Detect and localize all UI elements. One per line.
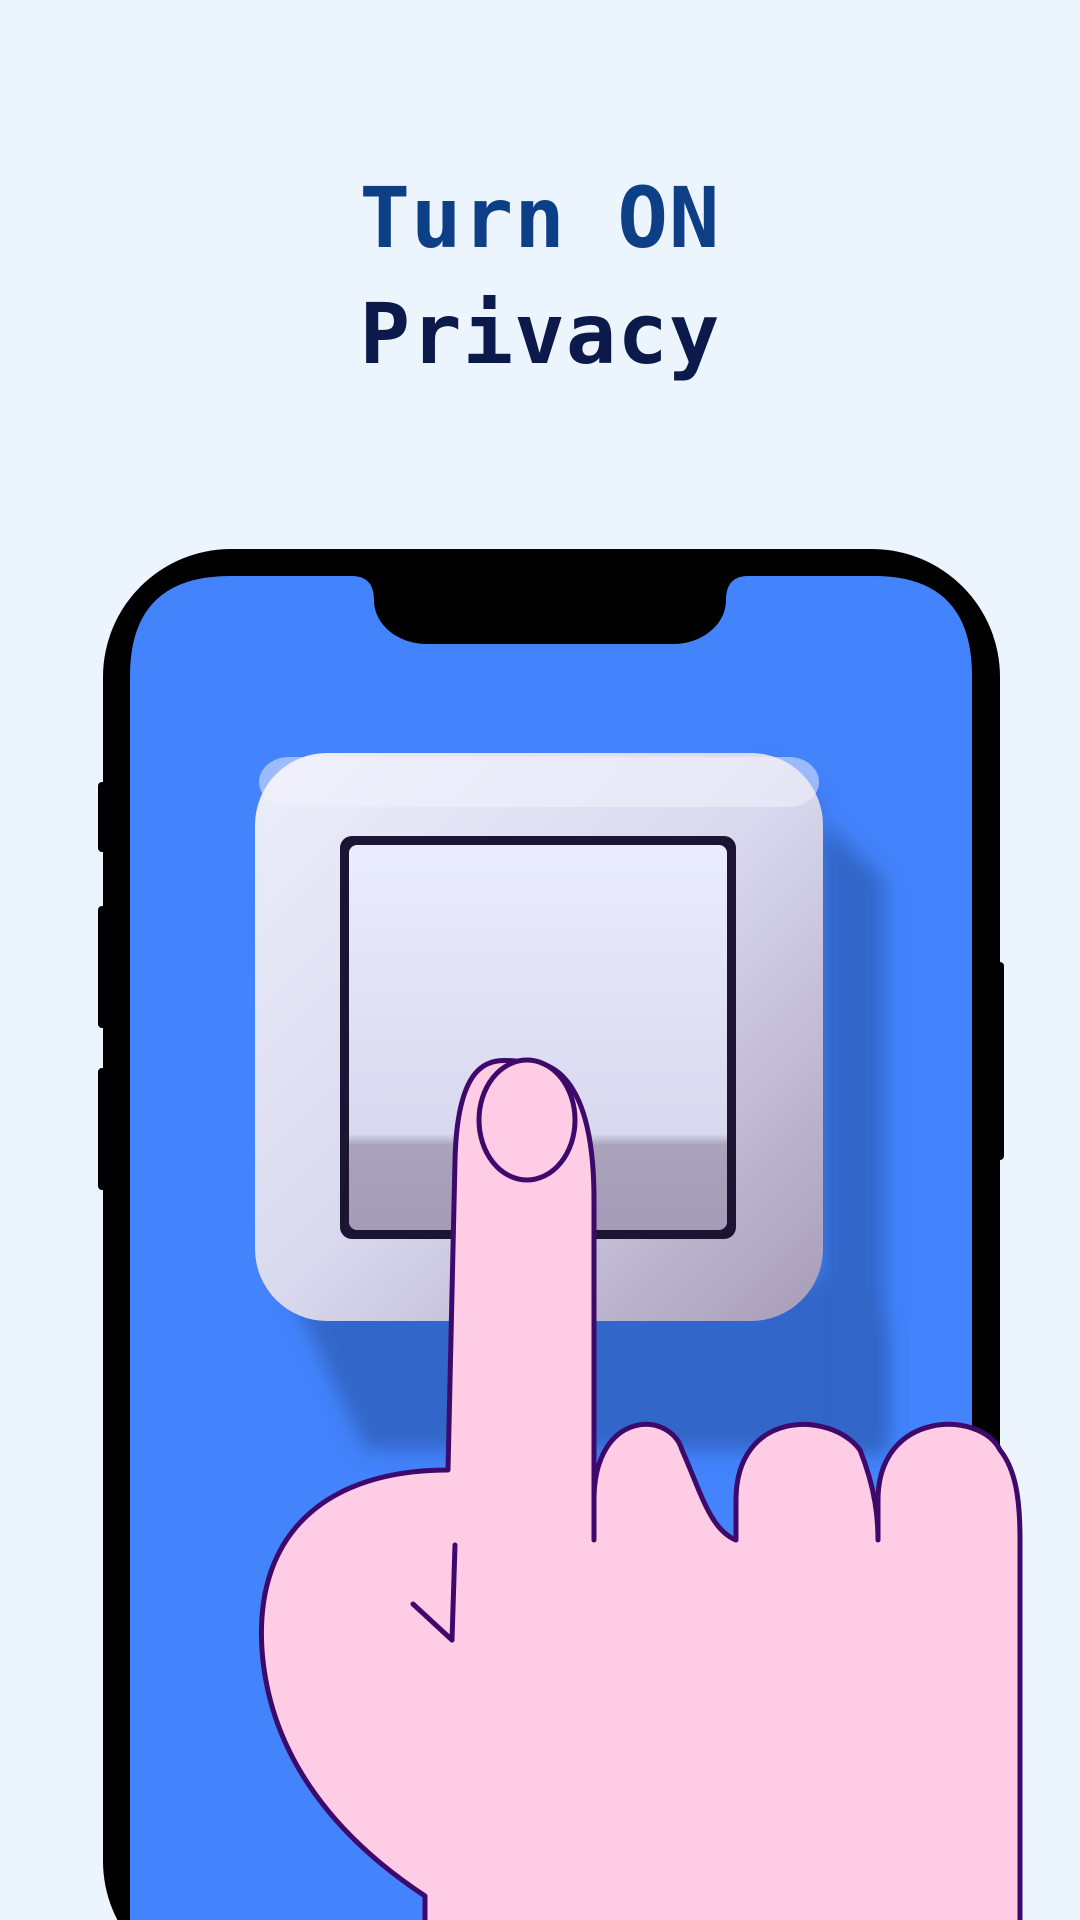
illustration	[98, 549, 1023, 1920]
